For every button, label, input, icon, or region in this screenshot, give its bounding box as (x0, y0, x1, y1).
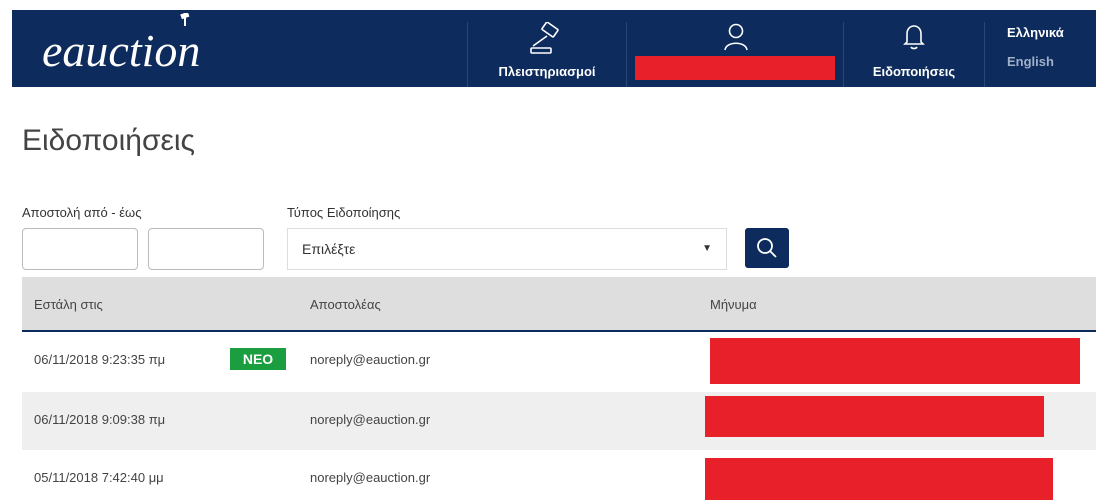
table-row[interactable]: 06/11/2018 9:23:35 πμ ΝΕΟ noreply@eaucti… (22, 334, 1096, 392)
date-from-input[interactable] (22, 228, 138, 270)
nav-notifications-label: Ειδοποιήσεις (872, 64, 956, 79)
eauction-logo[interactable]: eauction (42, 24, 200, 77)
nav-notifications[interactable]: Ειδοποιήσεις (844, 10, 984, 87)
cell-sent-at: 06/11/2018 9:23:35 πμ (34, 352, 166, 367)
cell-sent-at: 05/11/2018 7:42:40 μμ (34, 470, 164, 485)
cell-sent-at: 06/11/2018 9:09:38 πμ (34, 412, 166, 427)
table-row[interactable]: 05/11/2018 7:42:40 μμ noreply@eauction.g… (22, 450, 1096, 504)
search-button[interactable] (745, 228, 789, 268)
notification-type-label: Τύπος Ειδοποίησης (287, 205, 401, 220)
redacted-message (705, 458, 1053, 500)
redacted-username (635, 56, 835, 80)
column-header-message[interactable]: Μήνυμα (710, 297, 757, 312)
column-header-sent-at[interactable]: Εστάλη στις (34, 297, 103, 312)
table-row[interactable]: 06/11/2018 9:09:38 πμ noreply@eauction.g… (22, 392, 1096, 450)
logo-gavel-icon (180, 13, 190, 26)
date-range-label: Αποστολή από - έως (22, 205, 142, 220)
page-title: Ειδοποιήσεις (22, 124, 195, 157)
lang-greek[interactable]: Ελληνικά (1007, 25, 1064, 40)
notification-type-select[interactable]: Επιλέξτε ▼ (287, 228, 727, 270)
redacted-message (710, 338, 1080, 384)
nav-auctions-label: Πλειστηριασμοί (498, 64, 596, 79)
nav-user-account[interactable] (627, 10, 845, 87)
nav-divider (984, 22, 985, 87)
table-header: Εστάλη στις Αποστολέας Μήνυμα (22, 277, 1096, 332)
user-icon (724, 23, 748, 51)
cell-sender: noreply@eauction.gr (310, 352, 431, 367)
redacted-message (705, 396, 1044, 437)
cell-sender: noreply@eauction.gr (310, 412, 431, 427)
search-icon (757, 238, 777, 258)
select-value: Επιλέξτε (302, 241, 356, 257)
column-header-sender[interactable]: Αποστολέας (310, 297, 381, 312)
top-navbar: eauction Πλειστηριασμοί Ειδοποιήσεις Ελλ… (12, 10, 1096, 87)
nav-auctions[interactable]: Πλειστηριασμοί (468, 10, 626, 87)
gavel-icon (530, 22, 559, 54)
bell-icon (903, 25, 925, 50)
logo-text: eauction (42, 25, 201, 76)
date-to-input[interactable] (148, 228, 264, 270)
cell-sender: noreply@eauction.gr (310, 470, 431, 485)
caret-down-icon: ▼ (702, 243, 712, 254)
new-badge: ΝΕΟ (230, 348, 286, 370)
lang-english[interactable]: English (1007, 54, 1054, 69)
